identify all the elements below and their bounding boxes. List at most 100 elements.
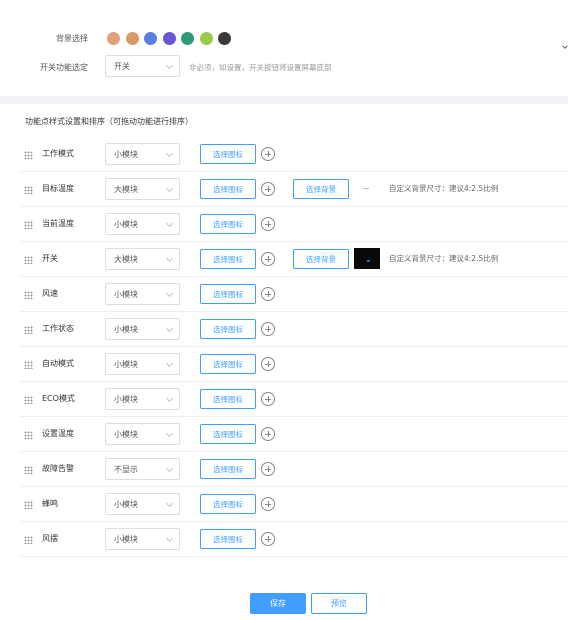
select-icon-button[interactable]: 选择图标 bbox=[200, 144, 256, 164]
feature-row[interactable]: 目标温度 大模块 选择图标 选择背景 自定义背景尺寸：建议4:2.5比例 bbox=[20, 172, 568, 207]
add-icon[interactable] bbox=[261, 427, 275, 441]
select-icon-button[interactable]: 选择图标 bbox=[200, 424, 256, 444]
select-icon-button[interactable]: 选择图标 bbox=[200, 284, 256, 304]
size-select-value: 小模块 bbox=[114, 359, 138, 369]
select-background-button[interactable]: 选择背景 bbox=[293, 179, 349, 199]
size-select[interactable]: 不显示 bbox=[105, 458, 180, 480]
add-icon[interactable] bbox=[261, 462, 275, 476]
feature-row[interactable]: 工作模式 小模块 选择图标 bbox=[20, 137, 568, 172]
drag-handle-icon[interactable] bbox=[24, 501, 33, 509]
feature-name: 开关 bbox=[42, 254, 58, 263]
feature-row[interactable]: 工作状态 小模块 选择图标 bbox=[20, 312, 568, 347]
select-icon-button[interactable]: 选择图标 bbox=[200, 389, 256, 409]
size-select[interactable]: 大模块 bbox=[105, 248, 180, 270]
add-icon[interactable] bbox=[261, 357, 275, 371]
feature-name: 工作模式 bbox=[42, 149, 74, 158]
drag-handle-icon[interactable] bbox=[24, 361, 33, 369]
feature-name: 目标温度 bbox=[42, 184, 74, 193]
size-select[interactable]: 小模块 bbox=[105, 423, 180, 445]
size-select[interactable]: 小模块 bbox=[105, 143, 180, 165]
size-select-value: 小模块 bbox=[114, 149, 138, 159]
drag-handle-icon[interactable] bbox=[24, 221, 33, 229]
add-icon[interactable] bbox=[261, 322, 275, 336]
feature-name: 设置温度 bbox=[42, 429, 74, 438]
tan-swatch[interactable] bbox=[125, 32, 139, 45]
size-select-value: 小模块 bbox=[114, 289, 138, 299]
dark-swatch[interactable] bbox=[218, 32, 231, 45]
top-settings-panel: 背景选择 开关功能选定 开关 非必须，如设置，开关按钮将设置屏幕底部 bbox=[0, 0, 568, 96]
select-icon-button[interactable]: 选择图标 bbox=[200, 214, 256, 234]
drag-handle-icon[interactable] bbox=[24, 256, 33, 264]
drag-handle-icon[interactable] bbox=[24, 186, 33, 194]
chevron-down-icon bbox=[165, 61, 174, 70]
feature-row[interactable]: 风速 小模块 选择图标 bbox=[20, 277, 568, 312]
size-select-value: 不显示 bbox=[114, 464, 138, 474]
select-icon-button[interactable]: 选择图标 bbox=[200, 354, 256, 374]
feature-settings-panel: 功能点样式设置和排序（可拖动功能进行排序） 工作模式 小模块 选择图标 目标温度 大模块… bbox=[0, 104, 568, 620]
chevron-down-icon bbox=[165, 394, 174, 403]
feature-row[interactable]: 自动模式 小模块 选择图标 bbox=[20, 347, 568, 382]
add-icon[interactable] bbox=[261, 497, 275, 511]
chevron-down-icon bbox=[165, 184, 174, 193]
add-icon[interactable] bbox=[261, 147, 275, 161]
size-select[interactable]: 小模块 bbox=[105, 493, 180, 515]
green-swatch[interactable] bbox=[181, 32, 194, 45]
size-select[interactable]: 小模块 bbox=[105, 283, 180, 305]
drag-handle-icon[interactable] bbox=[24, 466, 33, 474]
size-select-value: 小模块 bbox=[114, 394, 138, 404]
drag-handle-icon[interactable] bbox=[24, 291, 33, 299]
size-select[interactable]: 小模块 bbox=[105, 388, 180, 410]
feature-row[interactable]: 故障告警 不显示 选择图标 bbox=[20, 452, 568, 487]
select-icon-button[interactable]: 选择图标 bbox=[200, 319, 256, 339]
add-icon[interactable] bbox=[261, 217, 275, 231]
size-select-value: 小模块 bbox=[114, 219, 138, 229]
switch-function-hint: 非必须，如设置，开关按钮将设置屏幕底部 bbox=[189, 63, 332, 72]
select-icon-button[interactable]: 选择图标 bbox=[200, 459, 256, 479]
background-size-hint: 自定义背景尺寸：建议4:2.5比例 bbox=[389, 184, 499, 193]
select-icon-button[interactable]: 选择图标 bbox=[200, 494, 256, 514]
add-icon[interactable] bbox=[261, 392, 275, 406]
size-select[interactable]: 小模块 bbox=[105, 353, 180, 375]
drag-handle-icon[interactable] bbox=[24, 536, 33, 544]
orange-swatch[interactable] bbox=[107, 32, 120, 45]
feature-row[interactable]: ECO模式 小模块 选择图标 bbox=[20, 382, 568, 417]
add-icon[interactable] bbox=[261, 287, 275, 301]
size-select[interactable]: 小模块 bbox=[105, 528, 180, 550]
save-button[interactable]: 保存 bbox=[250, 593, 306, 614]
select-icon-button[interactable]: 选择图标 bbox=[200, 179, 256, 199]
add-icon[interactable] bbox=[261, 252, 275, 266]
feature-row[interactable]: 当前温度 小模块 选择图标 bbox=[20, 207, 568, 242]
collapse-caret-icon[interactable] bbox=[562, 43, 568, 49]
size-select-value: 小模块 bbox=[114, 499, 138, 509]
size-select[interactable]: 大模块 bbox=[105, 178, 180, 200]
size-select-value: 大模块 bbox=[114, 184, 138, 194]
switch-function-select[interactable]: 开关 bbox=[105, 55, 180, 77]
select-background-button[interactable]: 选择背景 bbox=[293, 249, 349, 269]
add-icon[interactable] bbox=[261, 182, 275, 196]
feature-name: ECO模式 bbox=[42, 394, 75, 403]
feature-name: 蜂鸣 bbox=[42, 499, 58, 508]
size-select[interactable]: 小模块 bbox=[105, 318, 180, 340]
select-icon-button[interactable]: 选择图标 bbox=[200, 529, 256, 549]
add-icon[interactable] bbox=[261, 532, 275, 546]
drag-handle-icon[interactable] bbox=[24, 151, 33, 159]
drag-handle-icon[interactable] bbox=[24, 396, 33, 404]
feature-name: 工作状态 bbox=[42, 324, 74, 333]
select-icon-button[interactable]: 选择图标 bbox=[200, 249, 256, 269]
feature-row[interactable]: 蜂鸣 小模块 选择图标 bbox=[20, 487, 568, 522]
switch-function-label: 开关功能选定 bbox=[40, 63, 88, 72]
size-select-value: 小模块 bbox=[114, 534, 138, 544]
drag-handle-icon[interactable] bbox=[24, 326, 33, 334]
feature-row[interactable]: 开关 大模块 选择图标 选择背景 自定义背景尺寸：建议4:2.5比例 bbox=[20, 242, 568, 277]
chevron-down-icon bbox=[165, 289, 174, 298]
blue-swatch[interactable] bbox=[144, 32, 157, 45]
purple-swatch[interactable] bbox=[162, 32, 176, 45]
feature-row[interactable]: 风摆 小模块 选择图标 bbox=[20, 522, 568, 557]
drag-handle-icon[interactable] bbox=[24, 431, 33, 439]
section-title: 功能点样式设置和排序（可拖动功能进行排序） bbox=[25, 117, 193, 126]
preview-button[interactable]: 预览 bbox=[311, 593, 367, 614]
lime-swatch[interactable] bbox=[199, 32, 213, 45]
chevron-down-icon bbox=[165, 149, 174, 158]
feature-row[interactable]: 设置温度 小模块 选择图标 bbox=[20, 417, 568, 452]
size-select[interactable]: 小模块 bbox=[105, 213, 180, 235]
